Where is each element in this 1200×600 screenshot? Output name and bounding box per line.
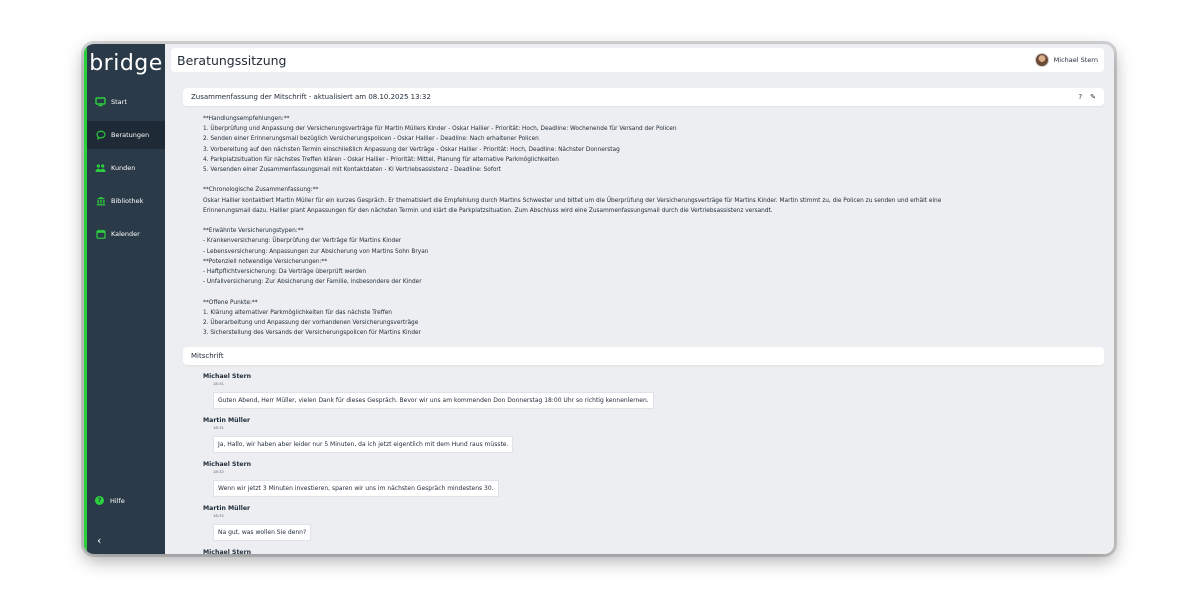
message-text: Guten Abend, Herr Müller, vielen Dank fü… [213,392,654,410]
sidebar-item-beratungen[interactable]: Beratungen [87,121,165,149]
summary-line: 2. Senden einer Erinnerungsmail bezüglic… [203,136,539,143]
summary-line: **Offene Punkte:** [203,299,258,306]
summary-body: **Handlungsempfehlungen:** 1. Überprüfung… [183,106,1104,338]
summary-line: - Krankenversicherung: Überprüfung der V… [203,238,402,245]
sidebar-item-label: Kalender [111,230,140,238]
summary-line: 1. Klärung alternativer Parkmöglichkeite… [203,309,392,316]
summary-line: 5. Versenden einer Zusammenfassungsmail … [203,167,502,174]
transcript-title: Mitschrift [191,352,224,361]
library-icon [95,196,106,207]
summary-title: Zusammenfassung der Mitschrift - aktuali… [191,93,431,101]
message-text: Wenn wir jetzt 3 Minuten investieren, sp… [213,480,499,498]
avatar[interactable] [1034,53,1049,67]
summary-line: 4. Parkplatzsituation für nächstes Treff… [203,156,559,163]
message-speaker: Michael Stern [203,373,252,381]
help-icon[interactable]: ? [1078,93,1082,101]
user-name: Michael Stern [1053,56,1098,64]
message-text: Na gut, was wollen Sie denn? [213,524,312,542]
message-time: 18:31 [213,381,224,387]
summary-line: **Potenziell notwendige Versicherungen:*… [203,258,328,265]
message-time: 18:32 [213,513,224,519]
users-icon [95,163,106,174]
user-menu[interactable]: Michael Stern [1034,53,1098,67]
sidebar-item-label: Bibliothek [111,197,144,205]
summary-line: - Unfallversicherung: Zur Absicherung de… [203,279,422,286]
message-speaker: Martin Müller [203,505,251,513]
sidebar-item-start[interactable]: Start [87,88,165,116]
topbar: Beratungssitzung Michael Stern [171,48,1104,72]
transcript-header: Mitschrift [183,347,1104,366]
sidebar-item-label: Start [111,98,127,106]
transcript-message: Martin Müller 18:31 Ja, Hallo, wir haben a… [203,417,1104,454]
summary-line: **Erwähnte Versicherungstypen:** [203,228,304,235]
summary-line: - Lebensversicherung: Anpassungen zur Ab… [203,248,429,255]
sidebar-nav: Start Beratungen Kunden Bibliothek Kalen… [87,88,165,248]
main-area: Beratungssitzung Michael Stern Zusammenf… [165,44,1114,554]
chat-icon [95,130,106,141]
summary-line: 2. Überarbeitung und Anpassung der vorha… [203,320,419,327]
sidebar-item-label: Beratungen [111,131,150,139]
monitor-icon [95,97,106,108]
sidebar-item-label: Hilfe [110,496,125,505]
transcript-message: Michael Stern 18:31 Guten Abend, Herr Müll… [203,373,1104,410]
edit-pencil-icon[interactable]: ✎ [1090,93,1096,101]
summary-spacer [203,175,1104,185]
summary-spacer [203,287,1104,297]
sidebar-item-hilfe[interactable]: ? Hilfe [95,496,125,505]
transcript-message: Martin Müller 18:32 Na gut, was wollen Sie… [203,505,1104,542]
message-speaker: Martin Müller [203,417,251,425]
summary-header: Zusammenfassung der Mitschrift - aktuali… [183,88,1104,106]
summary-spacer [203,216,1104,226]
summary-line: **Chronologische Zusammenfassung:** [203,187,319,194]
sidebar-item-kalender[interactable]: Kalender [87,220,165,248]
transcript-list: Michael Stern 18:31 Guten Abend, Herr Müll… [183,365,1104,554]
session-content[interactable]: Zusammenfassung der Mitschrift - aktuali… [183,88,1104,554]
message-speaker: Michael Stern [203,549,252,554]
sidebar-item-label: Kunden [111,164,136,172]
help-icon: ? [95,496,104,505]
message-speaker: Michael Stern [203,461,252,469]
summary-line: Erinnerungsmail dazu. Hallier plant Anpa… [203,207,773,214]
summary-line: 1. Überprüfung und Anpassung der Versich… [203,126,677,133]
transcript-message: Michael Stern 18:32 Wenn wir jetzt 3 Minut… [203,461,1104,498]
summary-line: 3. Sicherstellung des Versands der Versi… [203,330,421,337]
bridge-logo[interactable]: bridge [87,44,165,78]
summary-line: **Handlungsempfehlungen:** [203,116,290,122]
app-window: bridge Start Beratungen Kunden Bibliothe… [84,44,1114,554]
summary-line: Oskar Hallier kontaktiert Martin Müller … [203,197,942,204]
sidebar: bridge Start Beratungen Kunden Bibliothe… [84,44,165,554]
transcript-message: Michael Stern18:32Ihre Schwester ist sei… [203,549,1104,554]
sidebar-item-kunden[interactable]: Kunden [87,154,165,182]
message-time: 18:32 [213,469,224,475]
message-time: 18:31 [213,425,224,431]
summary-line: - Haftpflichtversicherung: Da Verträge ü… [203,269,367,276]
page-title: Beratungssitzung [177,52,287,68]
calendar-icon [95,229,106,240]
summary-line: 3. Vorbereitung auf den nächsten Termin … [203,146,620,153]
message-text: Ja, Hallo, wir haben aber leider nur 5 M… [213,436,514,454]
collapse-sidebar-chevron-icon[interactable]: ‹ [97,534,101,547]
sidebar-item-bibliothek[interactable]: Bibliothek [87,187,165,215]
